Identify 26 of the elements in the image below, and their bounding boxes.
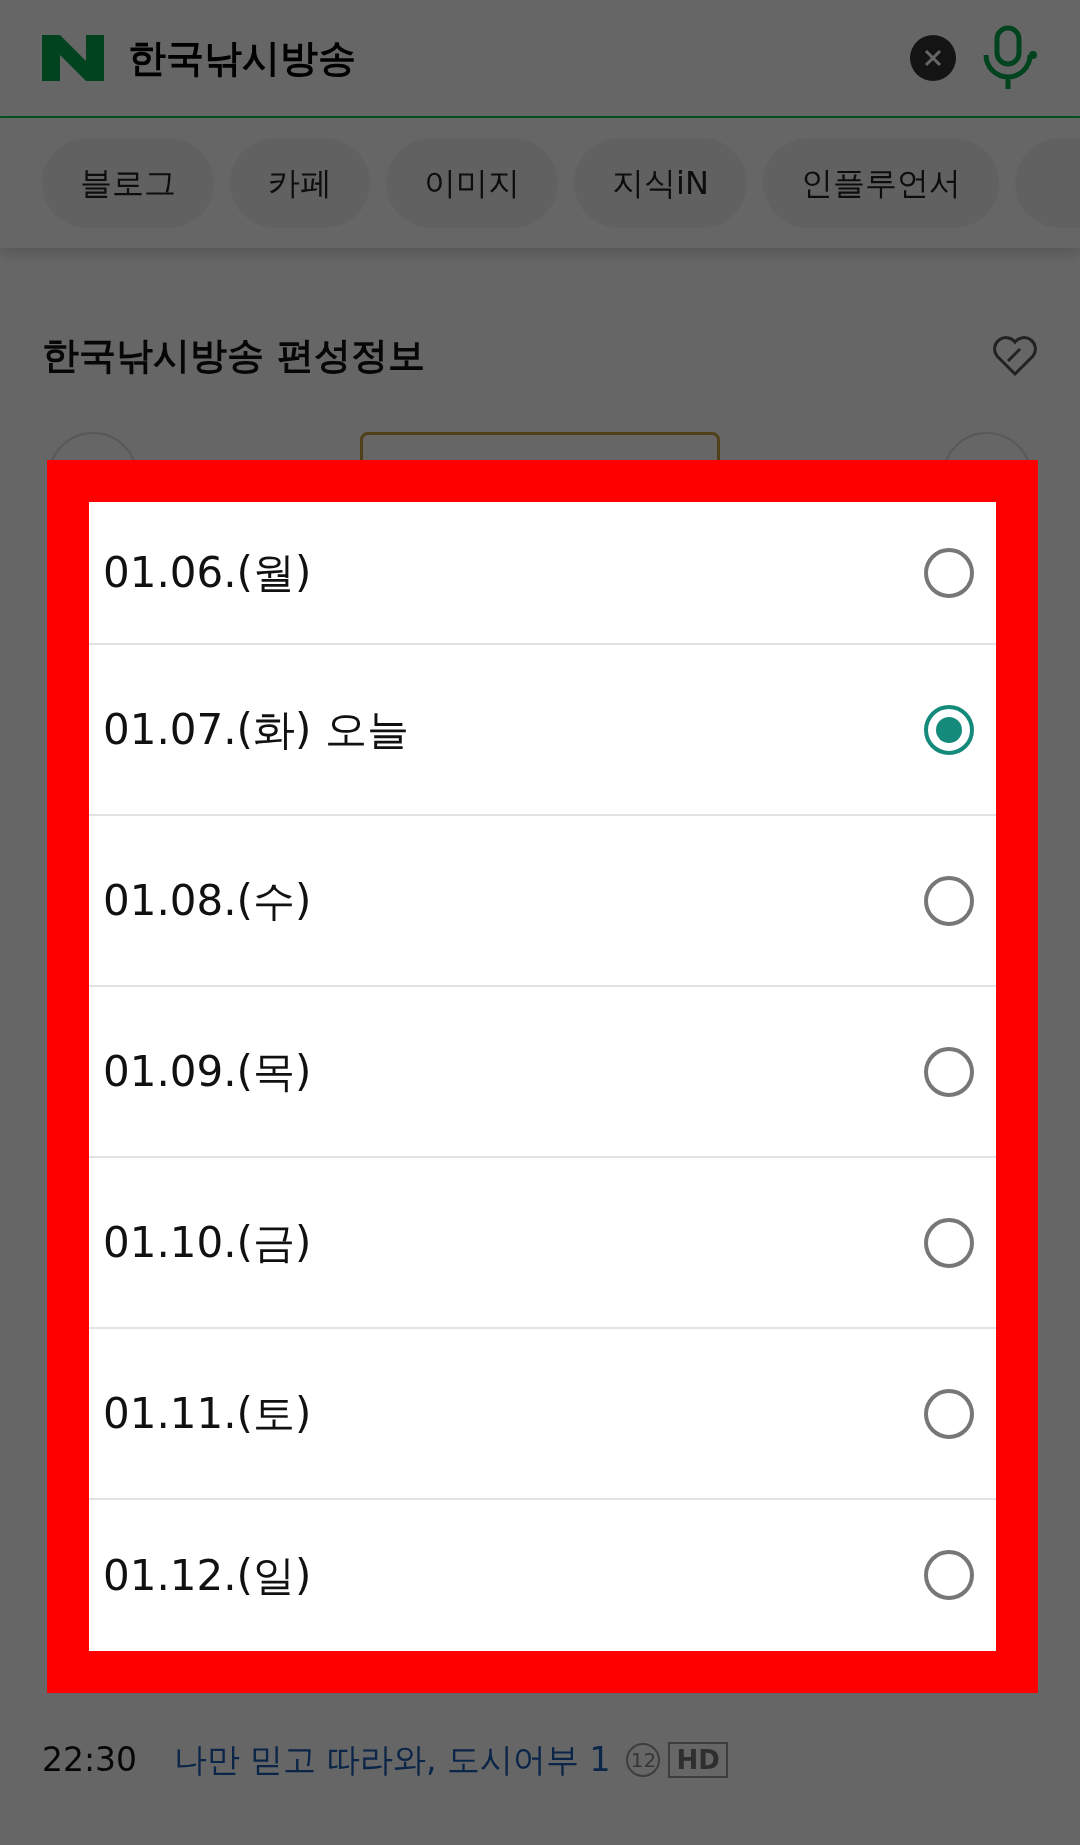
date-option[interactable]: 01.10.(금): [89, 1158, 996, 1329]
program-time: 22:30: [42, 1739, 139, 1781]
heart-icon[interactable]: [992, 334, 1038, 377]
date-option[interactable]: 01.11.(토): [89, 1329, 996, 1500]
radio-button[interactable]: [924, 1550, 974, 1600]
date-option[interactable]: 01.07.(화) 오늘: [89, 645, 996, 816]
date-option[interactable]: 01.06.(월): [89, 502, 996, 645]
date-label: 01.06.(월): [103, 547, 312, 599]
radio-button[interactable]: [924, 1217, 974, 1268]
section-title: 한국낚시방송 편성정보: [42, 333, 425, 379]
clear-icon[interactable]: [910, 35, 956, 81]
date-label: 01.07.(화) 오늘: [103, 704, 409, 756]
date-label: 01.10.(금): [103, 1217, 312, 1269]
date-label: 01.08.(수): [103, 875, 312, 927]
date-option[interactable]: 01.12.(일): [89, 1500, 996, 1650]
radio-button[interactable]: [924, 547, 974, 598]
radio-button[interactable]: [924, 1046, 974, 1097]
date-label: 01.12.(일): [103, 1549, 312, 1602]
date-label: 01.11.(토): [103, 1388, 312, 1440]
radio-button[interactable]: [924, 875, 974, 926]
radio-button[interactable]: [924, 704, 974, 755]
date-option[interactable]: 01.08.(수): [89, 816, 996, 987]
search-field[interactable]: 한국낚시방송: [128, 29, 910, 87]
date-label: 01.09.(목): [103, 1046, 312, 1098]
date-option[interactable]: 01.09.(목): [89, 987, 996, 1158]
radio-button[interactable]: [924, 1388, 974, 1439]
